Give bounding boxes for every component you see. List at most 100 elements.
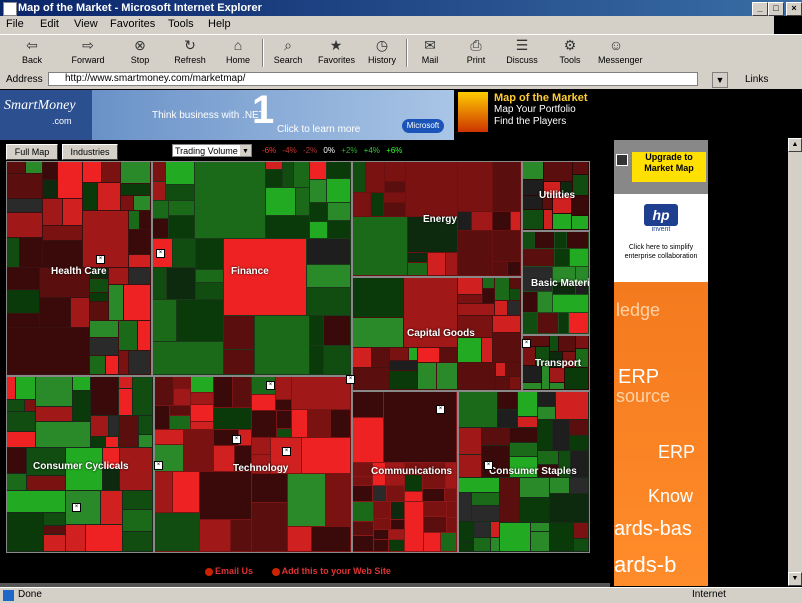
stock-cell[interactable]: [7, 448, 26, 473]
stock-cell[interactable]: [109, 416, 118, 436]
stock-cell[interactable]: [36, 422, 90, 447]
stock-cell[interactable]: [574, 539, 588, 551]
stock-cell[interactable]: [140, 211, 150, 229]
stock-cell[interactable]: [353, 522, 373, 535]
stock-cell[interactable]: [553, 295, 588, 312]
stock-cell[interactable]: [266, 188, 295, 215]
sector-finance[interactable]: Finance: [152, 161, 352, 376]
stock-cell[interactable]: [44, 535, 65, 551]
stock-cell[interactable]: [550, 494, 588, 522]
stock-cell[interactable]: [405, 475, 422, 491]
stock-cell[interactable]: [498, 392, 517, 409]
stock-cell[interactable]: [447, 502, 456, 517]
search-button[interactable]: ⌕ Search: [270, 37, 306, 69]
stock-cell[interactable]: [153, 201, 168, 218]
stock-cell[interactable]: [277, 429, 291, 437]
stock-cell[interactable]: [353, 348, 371, 367]
stock-cell[interactable]: [409, 348, 417, 360]
refresh-button[interactable]: ↻ Refresh: [172, 37, 208, 69]
favorites-button[interactable]: ★ Favorites: [318, 37, 355, 69]
stock-cell[interactable]: [266, 162, 282, 169]
stock-cell[interactable]: [134, 196, 150, 210]
stock-cell[interactable]: [390, 361, 417, 370]
stock-cell[interactable]: [418, 363, 436, 389]
minimize-button[interactable]: _: [752, 2, 768, 16]
stock-cell[interactable]: [153, 342, 223, 374]
stock-cell[interactable]: [276, 377, 291, 399]
stock-cell[interactable]: [483, 278, 494, 288]
sector-capital-goods[interactable]: Capital Goods: [352, 277, 522, 391]
stock-cell[interactable]: [544, 162, 572, 181]
stock-cell[interactable]: [550, 368, 564, 382]
stock-cell[interactable]: [491, 538, 499, 551]
stock-cell[interactable]: [570, 420, 588, 435]
alert-marker-icon[interactable]: ×: [96, 255, 105, 264]
stock-cell[interactable]: [518, 417, 537, 427]
stock-cell[interactable]: [124, 285, 150, 320]
history-button[interactable]: ◷ History: [364, 37, 400, 69]
sector-technology[interactable]: Technology: [154, 376, 352, 553]
stock-cell[interactable]: [307, 288, 350, 315]
stock-cell[interactable]: [277, 411, 291, 428]
links-button[interactable]: Links: [745, 74, 768, 85]
stock-cell[interactable]: [166, 162, 194, 184]
stock-cell[interactable]: [109, 268, 128, 284]
stock-cell[interactable]: [493, 162, 520, 211]
stock-cell[interactable]: [214, 377, 232, 407]
stock-cell[interactable]: [25, 400, 35, 411]
sector-consumer-staples[interactable]: Consumer Staples: [458, 391, 590, 553]
stock-cell[interactable]: [153, 162, 165, 181]
stock-cell[interactable]: [214, 408, 251, 429]
address-dropdown-button[interactable]: ▼: [712, 72, 728, 88]
stock-cell[interactable]: [310, 203, 327, 221]
stock-cell[interactable]: [174, 389, 190, 405]
stock-cell[interactable]: [472, 212, 492, 230]
alert-marker-icon[interactable]: ×: [72, 503, 81, 512]
stock-cell[interactable]: [523, 162, 543, 179]
alert-marker-icon[interactable]: ×: [282, 447, 291, 456]
stock-cell[interactable]: [570, 436, 588, 450]
stock-cell[interactable]: [170, 406, 190, 415]
stock-cell[interactable]: [408, 253, 427, 262]
stock-cell[interactable]: [550, 383, 564, 389]
stock-cell[interactable]: [510, 428, 537, 442]
stop-button[interactable]: ⊗ Stop: [122, 37, 158, 69]
stock-cell[interactable]: [252, 395, 275, 410]
stock-cell[interactable]: [173, 472, 199, 512]
stock-cell[interactable]: [195, 162, 265, 238]
stock-cell[interactable]: [555, 232, 566, 248]
stock-cell[interactable]: [166, 185, 194, 200]
stock-cell[interactable]: [327, 162, 350, 178]
map-players-link[interactable]: Find the Players: [494, 116, 614, 128]
stock-cell[interactable]: [538, 313, 558, 333]
stock-cell[interactable]: [90, 356, 105, 374]
back-button[interactable]: ⇦ Back: [14, 37, 50, 69]
stock-cell[interactable]: [196, 239, 223, 269]
stock-cell[interactable]: [570, 478, 588, 493]
stock-cell[interactable]: [555, 249, 569, 266]
stock-cell[interactable]: [373, 486, 386, 501]
stock-cell[interactable]: [500, 478, 519, 522]
stock-cell[interactable]: [310, 162, 326, 179]
stock-cell[interactable]: [43, 199, 62, 225]
alert-marker-icon[interactable]: ×: [346, 375, 355, 384]
stock-cell[interactable]: [391, 502, 404, 519]
stock-cell[interactable]: [167, 268, 195, 299]
stock-cell[interactable]: [510, 289, 520, 300]
stock-cell[interactable]: [90, 321, 118, 337]
stock-cell[interactable]: [518, 392, 537, 416]
stock-cell[interactable]: [482, 428, 509, 445]
stock-cell[interactable]: [569, 313, 588, 333]
stock-cell[interactable]: [387, 486, 404, 501]
stock-cell[interactable]: [307, 239, 350, 264]
menu-tools[interactable]: Tools: [168, 18, 194, 30]
alert-marker-icon[interactable]: ×: [156, 249, 165, 258]
stock-cell[interactable]: [474, 538, 490, 551]
stock-cell[interactable]: [459, 522, 473, 542]
stock-cell[interactable]: [496, 363, 505, 376]
sector-basic-materials[interactable]: Basic Materials: [522, 231, 590, 335]
stock-cell[interactable]: [553, 214, 571, 229]
stock-cell[interactable]: [296, 188, 309, 215]
stock-cell[interactable]: [446, 253, 457, 275]
stock-cell[interactable]: [98, 183, 120, 210]
